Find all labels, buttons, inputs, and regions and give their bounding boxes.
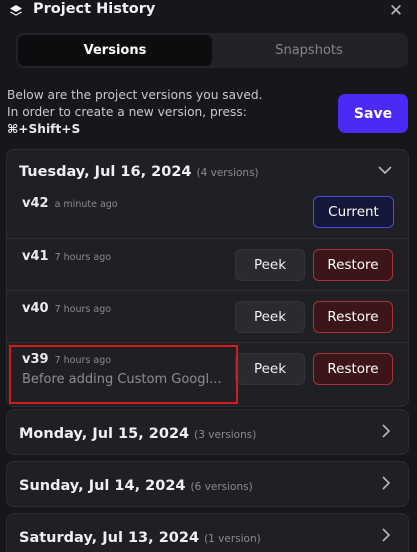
day-group-jul-16: Tuesday, Jul 16, 2024 (4 versions) v42 a… — [6, 149, 410, 407]
day-title: Tuesday, Jul 16, 2024 — [19, 164, 192, 180]
version-time: 7 hours ago — [54, 355, 112, 366]
chevron-right-icon[interactable] — [378, 475, 394, 491]
layers-icon — [10, 5, 22, 16]
tab-versions[interactable]: Versions — [18, 35, 212, 66]
version-label: v39 7 hours ago — [22, 352, 111, 367]
version-row-v42: v42 a minute ago Current — [7, 188, 410, 240]
day-version-count: (6 versions) — [190, 481, 253, 493]
panel-title: Project History — [33, 1, 156, 17]
panel-titlebar: Project History ✕ — [0, 0, 417, 24]
save-shortcut: ⌘+Shift+S — [7, 122, 81, 136]
restore-button[interactable]: Restore — [313, 249, 393, 281]
restore-button[interactable]: Restore — [313, 353, 393, 385]
day-version-count: (1 version) — [204, 533, 261, 545]
peek-button[interactable]: Peek — [235, 301, 305, 333]
tab-snapshots[interactable]: Snapshots — [212, 35, 406, 66]
day-group-jul-15[interactable]: Monday, Jul 15, 2024 (3 versions) — [6, 409, 409, 455]
day-title: Saturday, Jul 13, 2024 — [19, 530, 200, 546]
intro-text: Below are the project versions you saved… — [7, 87, 327, 138]
peek-button[interactable]: Peek — [235, 249, 305, 281]
version-label: v40 7 hours ago — [22, 301, 111, 316]
chevron-up-icon[interactable] — [377, 162, 393, 178]
day-group-jul-13[interactable]: Saturday, Jul 13, 2024 (1 version) — [6, 513, 409, 552]
version-time: 7 hours ago — [54, 304, 112, 315]
version-number: v42 — [22, 196, 49, 211]
version-time: 7 hours ago — [54, 252, 112, 263]
version-label: v41 7 hours ago — [22, 249, 111, 264]
version-number: v40 — [22, 301, 49, 316]
chevron-right-icon[interactable] — [378, 423, 394, 439]
version-row-v41: v41 7 hours ago Peek Restore — [7, 238, 410, 290]
chevron-right-icon[interactable] — [378, 527, 394, 543]
history-tabs: Versions Snapshots — [16, 33, 408, 68]
intro-line-2: In order to create a new version, press: — [7, 105, 247, 119]
version-description: Before adding Custom Googl... — [22, 372, 222, 387]
intro-line-1: Below are the project versions you saved… — [7, 88, 263, 102]
version-time: a minute ago — [54, 199, 118, 210]
day-version-count: (4 versions) — [196, 167, 259, 179]
version-row-v40: v40 7 hours ago Peek Restore — [7, 290, 410, 342]
current-button[interactable]: Current — [313, 196, 394, 228]
peek-button[interactable]: Peek — [235, 353, 305, 385]
restore-button[interactable]: Restore — [313, 301, 393, 333]
day-title: Sunday, Jul 14, 2024 — [19, 478, 186, 494]
day-header: Monday, Jul 15, 2024 (3 versions) — [19, 426, 256, 442]
version-row-v39: v39 7 hours ago Before adding Custom Goo… — [7, 342, 410, 406]
version-number: v41 — [22, 249, 49, 264]
day-version-count: (3 versions) — [194, 429, 257, 441]
day-title: Monday, Jul 15, 2024 — [19, 426, 190, 442]
version-label: v42 a minute ago — [22, 196, 118, 211]
day-header[interactable]: Tuesday, Jul 16, 2024 (4 versions) — [19, 164, 259, 180]
day-group-jul-14[interactable]: Sunday, Jul 14, 2024 (6 versions) — [6, 461, 409, 507]
version-number: v39 — [22, 352, 49, 367]
close-icon[interactable]: ✕ — [386, 2, 406, 20]
day-header: Saturday, Jul 13, 2024 (1 version) — [19, 530, 261, 546]
save-button[interactable]: Save — [338, 94, 408, 133]
day-header: Sunday, Jul 14, 2024 (6 versions) — [19, 478, 253, 494]
